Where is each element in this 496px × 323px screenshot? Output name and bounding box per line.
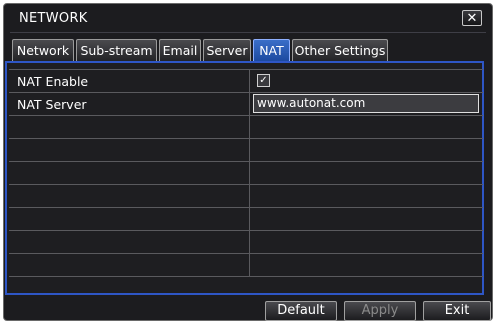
table-row	[9, 254, 483, 277]
tab-email[interactable]: Email	[159, 39, 201, 61]
column-divider	[249, 116, 250, 138]
column-divider	[249, 93, 250, 115]
tab-sub-stream[interactable]: Sub-stream	[76, 39, 157, 61]
tab-label: Network	[16, 43, 70, 58]
nat-server-label: NAT Server	[17, 97, 87, 112]
column-divider	[249, 162, 250, 184]
tab-label: NAT	[259, 43, 284, 58]
column-divider	[249, 139, 250, 161]
default-button[interactable]: Default	[265, 301, 337, 321]
close-icon: ✕	[466, 11, 478, 26]
tab-label: Server	[206, 43, 248, 58]
table-row	[9, 231, 483, 254]
tab-other-settings[interactable]: Other Settings	[292, 39, 388, 61]
tab-server[interactable]: Server	[203, 39, 251, 61]
close-button[interactable]: ✕	[462, 10, 482, 26]
table-row	[9, 139, 483, 162]
table-row	[9, 116, 483, 139]
title-divider	[10, 32, 486, 33]
table-row-nat-enable: NAT Enable ✓	[9, 70, 483, 93]
column-divider	[249, 231, 250, 253]
table-row-nat-server: NAT Server www.autonat.com	[9, 93, 483, 116]
column-divider	[249, 254, 250, 276]
tab-label: Email	[162, 43, 198, 58]
check-icon: ✓	[259, 75, 268, 86]
nat-enable-label: NAT Enable	[17, 74, 89, 89]
tab-network[interactable]: Network	[12, 39, 74, 61]
exit-button[interactable]: Exit	[423, 301, 491, 321]
nat-settings-table: NAT Enable ✓ NAT Server www.autonat.com	[9, 69, 483, 277]
table-row	[9, 162, 483, 185]
tab-label: Other Settings	[294, 43, 386, 58]
column-divider	[249, 185, 250, 207]
apply-button[interactable]: Apply	[344, 301, 416, 321]
tab-nat[interactable]: NAT	[253, 39, 290, 61]
column-divider	[249, 208, 250, 230]
table-row	[9, 185, 483, 208]
table-row	[9, 208, 483, 231]
tab-label: Sub-stream	[80, 43, 153, 58]
nat-enable-checkbox[interactable]: ✓	[257, 74, 270, 87]
nat-server-input[interactable]: www.autonat.com	[253, 94, 479, 113]
column-divider	[249, 70, 250, 92]
dialog-title: NETWORK	[19, 11, 88, 26]
